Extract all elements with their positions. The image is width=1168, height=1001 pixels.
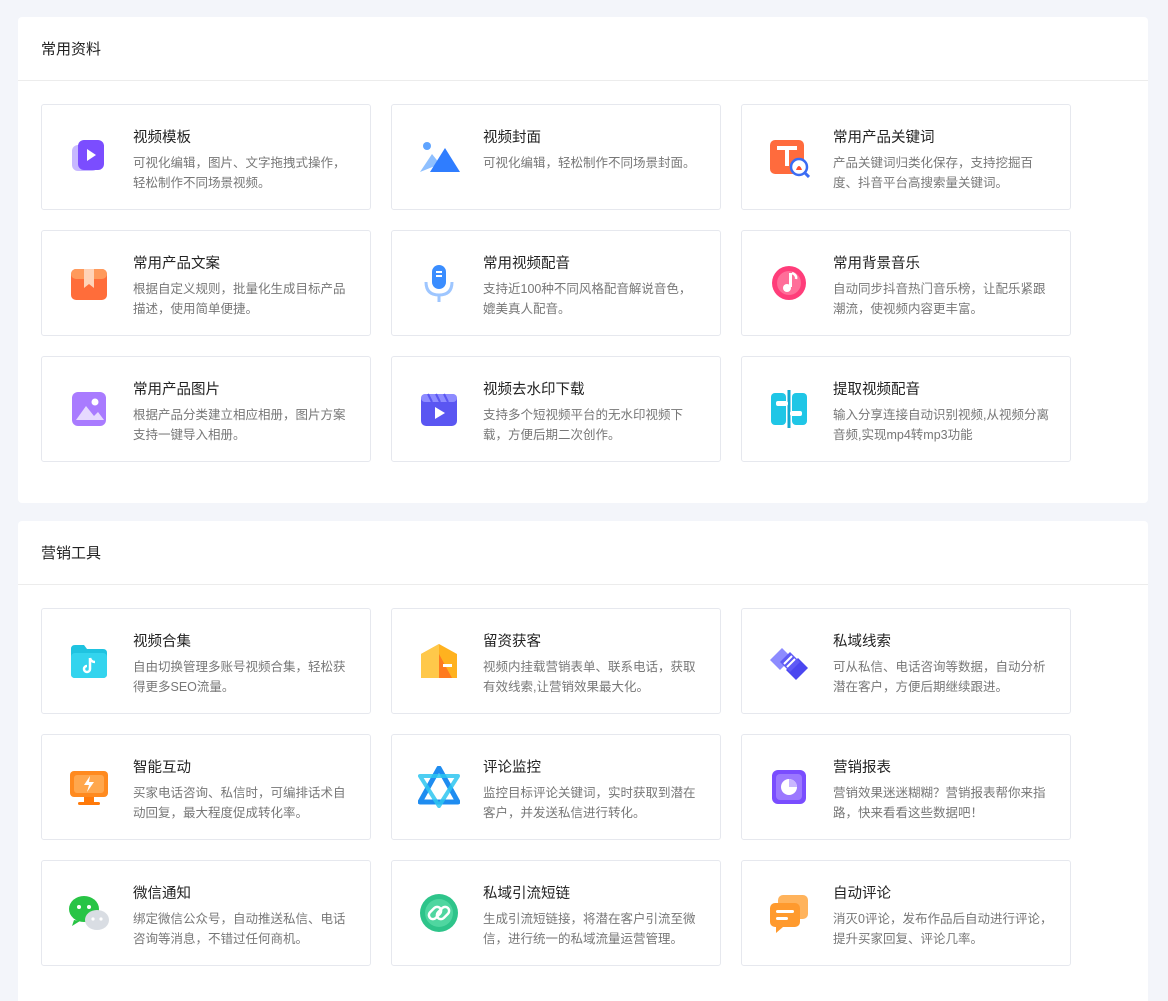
card-title: 私域引流短链 [483,886,570,902]
card-description: 监控目标评论关键词，实时获取到潜在客户，并发送私信进行转化。 [483,786,696,820]
image-gallery-icon [68,388,110,430]
section-common-resources: 常用资料 视频模板 可视化编辑，图片、文字拖拽式操作，轻松制作不同场景视频。 视… [18,17,1148,503]
card-background-music[interactable]: 常用背景音乐 自动同步抖音热门音乐榜，让配乐紧跟潮流，使视频内容更丰富。 [741,230,1071,336]
card-product-keywords[interactable]: 常用产品关键词 产品关键词归类化保存，支持挖掘百度、抖音平台高搜索量关键词。 [741,104,1071,210]
card-video-collection[interactable]: 视频合集 自由切换管理多账号视频合集，轻松获得更多SEO流量。 [41,608,371,714]
video-cover-icon [418,136,460,178]
card-description: 可视化编辑，图片、文字拖拽式操作，轻松制作不同场景视频。 [133,156,346,190]
card-description: 绑定微信公众号，自动推送私信、电话咨询等消息，不错过任何商机。 [133,912,346,946]
card-video-cover[interactable]: 视频封面 可视化编辑，轻松制作不同场景封面。 [391,104,721,210]
card-title: 常用背景音乐 [833,256,920,272]
card-description: 可视化编辑，轻松制作不同场景封面。 [483,156,696,170]
card-private-leads[interactable]: 私域线索 可从私信、电话咨询等数据，自动分析潜在客户，方便后期继续跟进。 [741,608,1071,714]
card-grid: 视频合集 自由切换管理多账号视频合集，轻松获得更多SEO流量。 留资获客 视频内… [41,608,1071,966]
card-marketing-report[interactable]: 营销报表 营销效果迷迷糊糊？营销报表帮你来指路，快来看看这些数据吧！ [741,734,1071,840]
auto-comment-icon [768,892,810,934]
card-title: 提取视频配音 [833,382,920,398]
video-download-icon [418,388,460,430]
handshake-icon [768,640,810,682]
card-wechat-notify[interactable]: 微信通知 绑定微信公众号，自动推送私信、电话咨询等消息，不错过任何商机。 [41,860,371,966]
card-description: 自由切换管理多账号视频合集，轻松获得更多SEO流量。 [133,660,346,694]
card-short-link[interactable]: 私域引流短链 生成引流短链接，将潜在客户引流至微信，进行统一的私域流量运营管理。 [391,860,721,966]
card-description: 输入分享连接自动识别视频,从视频分离音频,实现mp4转mp3功能 [833,408,1049,442]
video-template-icon [68,136,110,178]
card-title: 营销报表 [833,760,891,776]
section-title: 常用资料 [18,17,1148,81]
card-title: 常用产品文案 [133,256,220,272]
card-grid: 视频模板 可视化编辑，图片、文字拖拽式操作，轻松制作不同场景视频。 视频封面 可… [41,104,1071,462]
microphone-icon [418,262,460,304]
page: 常用资料 视频模板 可视化编辑，图片、文字拖拽式操作，轻松制作不同场景视频。 视… [0,0,1168,1001]
card-description: 根据自定义规则，批量化生成目标产品描述，使用简单便捷。 [133,282,346,316]
card-description: 可从私信、电话咨询等数据，自动分析潜在客户，方便后期继续跟进。 [833,660,1046,694]
card-description: 买家电话咨询、私信时，可编排话术自动回复，最大程度促成转化率。 [133,786,346,820]
card-lead-capture[interactable]: 留资获客 视频内挂载营销表单、联系电话，获取有效线索,让营销效果最大化。 [391,608,721,714]
video-collection-icon [68,640,110,682]
card-smart-interaction[interactable]: 智能互动 买家电话咨询、私信时，可编排话术自动回复，最大程度促成转化率。 [41,734,371,840]
card-title: 视频合集 [133,634,191,650]
product-keyword-icon [768,136,810,178]
smart-interaction-icon [68,766,110,808]
card-video-download[interactable]: 视频去水印下载 支持多个短视频平台的无水印视频下载，方便后期二次创作。 [391,356,721,462]
section-title: 营销工具 [18,521,1148,585]
product-copy-icon [68,262,110,304]
card-video-template[interactable]: 视频模板 可视化编辑，图片、文字拖拽式操作，轻松制作不同场景视频。 [41,104,371,210]
card-extract-voiceover[interactable]: 提取视频配音 输入分享连接自动识别视频,从视频分离音频,实现mp4转mp3功能 [741,356,1071,462]
card-description: 自动同步抖音热门音乐榜，让配乐紧跟潮流，使视频内容更丰富。 [833,282,1046,316]
card-description: 生成引流短链接，将潜在客户引流至微信，进行统一的私域流量运营管理。 [483,912,696,946]
wechat-icon [68,892,110,934]
card-title: 自动评论 [833,886,891,902]
card-description: 支持近100种不同风格配音解说音色，媲美真人配音。 [483,282,692,316]
card-description: 营销效果迷迷糊糊？营销报表帮你来指路，快来看看这些数据吧！ [833,786,1046,820]
card-title: 私域线索 [833,634,891,650]
section-marketing-tools: 营销工具 视频合集 自由切换管理多账号视频合集，轻松获得更多SEO流量。 留资获… [18,521,1148,1001]
card-description: 消灭0评论，发布作品后自动进行评论，提升买家回复、评论几率。 [833,912,1053,946]
card-title: 视频模板 [133,130,191,146]
card-title: 常用产品关键词 [833,130,935,146]
card-title: 智能互动 [133,760,191,776]
card-video-voiceover[interactable]: 常用视频配音 支持近100种不同风格配音解说音色，媲美真人配音。 [391,230,721,336]
card-product-copy[interactable]: 常用产品文案 根据自定义规则，批量化生成目标产品描述，使用简单便捷。 [41,230,371,336]
link-icon [418,892,460,934]
card-comment-monitor[interactable]: 评论监控 监控目标评论关键词，实时获取到潜在客户，并发送私信进行转化。 [391,734,721,840]
card-description: 支持多个短视频平台的无水印视频下载，方便后期二次创作。 [483,408,684,442]
music-note-icon [768,262,810,304]
card-description: 根据产品分类建立相应相册，图片方案支持一键导入相册。 [133,408,346,442]
card-title: 留资获客 [483,634,541,650]
card-description: 视频内挂载营销表单、联系电话，获取有效线索,让营销效果最大化。 [483,660,696,694]
lead-capture-icon [418,640,460,682]
card-title: 常用视频配音 [483,256,570,272]
card-title: 视频去水印下载 [483,382,585,398]
card-title: 评论监控 [483,760,541,776]
card-auto-comment[interactable]: 自动评论 消灭0评论，发布作品后自动进行评论，提升买家回复、评论几率。 [741,860,1071,966]
card-title: 微信通知 [133,886,191,902]
comment-monitor-icon [418,766,460,808]
marketing-report-icon [768,766,810,808]
card-title: 常用产品图片 [133,382,220,398]
audio-extract-icon [768,388,810,430]
card-product-images[interactable]: 常用产品图片 根据产品分类建立相应相册，图片方案支持一键导入相册。 [41,356,371,462]
card-description: 产品关键词归类化保存，支持挖掘百度、抖音平台高搜索量关键词。 [833,156,1034,190]
card-title: 视频封面 [483,130,541,146]
